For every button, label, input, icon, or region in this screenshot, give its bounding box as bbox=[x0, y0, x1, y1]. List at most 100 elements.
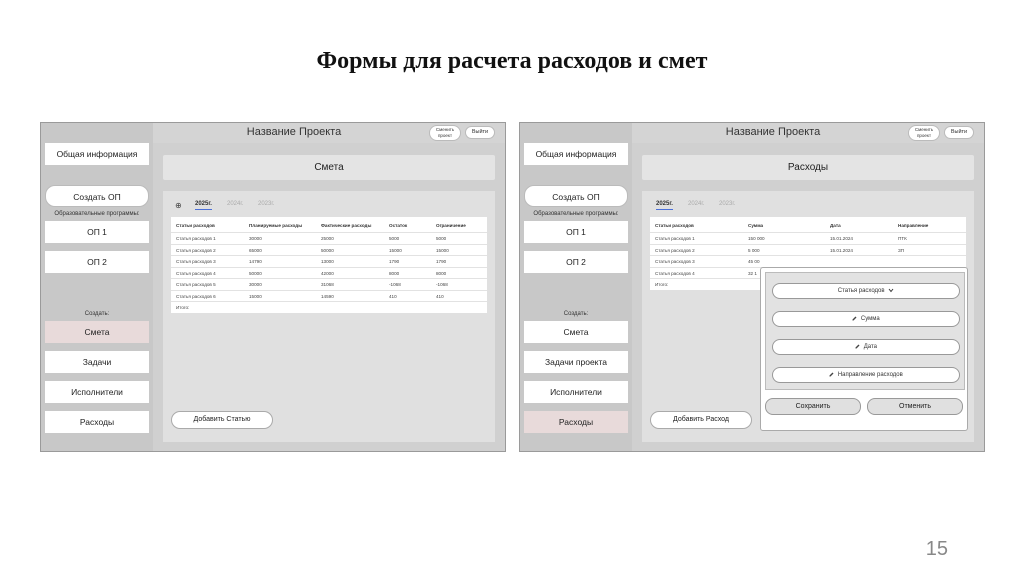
table-row[interactable]: Статья расходов 3 14790 13000 1790 1790 bbox=[171, 256, 487, 268]
table-cell: 15000 bbox=[389, 247, 402, 253]
sidebar-item-expenses[interactable]: Расходы bbox=[524, 411, 628, 433]
modal-form: Статья расходов Сумма Дата Направление р… bbox=[765, 272, 965, 390]
sidebar-item-project-tasks[interactable]: Задачи проекта bbox=[524, 351, 628, 373]
date-field[interactable]: Дата bbox=[772, 339, 960, 355]
sidebar-item-general-info[interactable]: Общая информация bbox=[524, 143, 628, 165]
sidebar-item-op1[interactable]: ОП 1 bbox=[45, 221, 149, 243]
table-row[interactable]: Статья расходов 6 15000 14590 410 410 bbox=[171, 291, 487, 302]
save-button[interactable]: Сохранить bbox=[765, 398, 861, 415]
table-cell: 15.01.2024 bbox=[830, 247, 853, 253]
table-row[interactable]: Статья расходов 1 30000 25000 5000 5000 bbox=[171, 233, 487, 245]
sidebar-item-tasks[interactable]: Задачи bbox=[45, 351, 149, 373]
table-cell: 5 000 bbox=[748, 247, 760, 253]
pencil-icon bbox=[855, 344, 860, 349]
table-cell: Статья расходов 2 bbox=[655, 247, 695, 253]
cancel-button[interactable]: Отменить bbox=[867, 398, 963, 415]
exit-button[interactable]: Выйти bbox=[465, 126, 495, 139]
content-area: ⊕ 2025г. 2024г. 2023г. Статьи расходов П… bbox=[163, 191, 495, 442]
column-header: Статьи расходов bbox=[655, 223, 694, 228]
tab-year-2024[interactable]: 2024г. bbox=[688, 201, 704, 207]
column-header: Фактические расходы bbox=[321, 223, 372, 228]
top-bar: Название Проекта Сменить проект Выйти bbox=[153, 123, 505, 143]
switch-project-button[interactable]: Сменить проект bbox=[908, 125, 940, 141]
table-cell: Статья расходов 4 bbox=[176, 270, 216, 276]
amount-field[interactable]: Сумма bbox=[772, 311, 960, 327]
table-cell: 13000 bbox=[321, 259, 334, 264]
table-cell: Статья расходов 1 bbox=[655, 236, 695, 241]
table-row[interactable]: Статья расходов 1 150 000 15.01.2024 ПТК bbox=[650, 233, 966, 245]
category-select[interactable]: Статья расходов bbox=[772, 283, 960, 299]
programs-label: Образовательные программы: bbox=[533, 211, 619, 217]
switch-project-button[interactable]: Сменить проект bbox=[429, 125, 461, 141]
table-cell: -1068 bbox=[389, 282, 401, 287]
estimate-mockup: Общая информация Создать ОП Образователь… bbox=[40, 122, 506, 452]
table-cell: 5000 bbox=[389, 236, 400, 241]
estimate-table: Статьи расходов Планируемые расходы Факт… bbox=[171, 217, 487, 313]
tab-year-2025[interactable]: 2025г. bbox=[195, 201, 212, 210]
table-header: Статьи расходов Планируемые расходы Факт… bbox=[171, 217, 487, 233]
sidebar: Общая информация Создать ОП Образователь… bbox=[41, 123, 153, 451]
create-label: Создать: bbox=[84, 311, 110, 317]
column-header: Остаток bbox=[389, 223, 408, 228]
table-cell: 45 00 bbox=[748, 259, 760, 264]
add-year-icon[interactable]: ⊕ bbox=[175, 201, 182, 210]
chevron-down-icon bbox=[888, 288, 894, 293]
direction-label: Направление расходов bbox=[837, 372, 903, 378]
table-cell: 42000 bbox=[321, 270, 334, 276]
sidebar-item-executors[interactable]: Исполнители bbox=[524, 381, 628, 403]
table-total: Итого: bbox=[176, 305, 190, 310]
page-number: 15 bbox=[925, 538, 948, 560]
table-cell: 5000 bbox=[436, 236, 447, 241]
pencil-icon bbox=[852, 316, 857, 321]
create-op-button[interactable]: Создать ОП bbox=[45, 185, 149, 207]
table-cell: 65000 bbox=[249, 247, 262, 253]
sidebar-item-op2[interactable]: ОП 2 bbox=[45, 251, 149, 273]
sidebar-item-op2[interactable]: ОП 2 bbox=[524, 251, 628, 273]
tab-year-2024[interactable]: 2024г. bbox=[227, 201, 243, 207]
sidebar-item-op1[interactable]: ОП 1 bbox=[524, 221, 628, 243]
table-cell: ЗП bbox=[898, 247, 905, 253]
date-label: Дата bbox=[863, 344, 877, 350]
column-header: Ограничение bbox=[436, 223, 466, 228]
table-cell: 14790 bbox=[249, 259, 262, 264]
direction-field[interactable]: Направление расходов bbox=[772, 367, 960, 383]
page-title: Смета bbox=[163, 155, 495, 180]
table-cell: Статья расходов 6 bbox=[176, 293, 216, 299]
category-label: Статья расходов bbox=[837, 288, 885, 294]
tab-year-2023[interactable]: 2023г. bbox=[258, 201, 274, 207]
table-row[interactable]: Статья расходов 5 30000 31068 -1068 -106… bbox=[171, 279, 487, 291]
table-cell: 50000 bbox=[321, 247, 334, 253]
sidebar-item-expenses[interactable]: Расходы bbox=[45, 411, 149, 433]
amount-label: Сумма bbox=[860, 316, 880, 322]
table-cell: Статья расходов 3 bbox=[655, 259, 695, 264]
pencil-icon bbox=[829, 372, 834, 377]
slide-title: Формы для расчета расходов и смет bbox=[316, 48, 708, 74]
table-cell: 31068 bbox=[321, 282, 334, 287]
table-cell: 15.01.2024 bbox=[830, 236, 853, 241]
table-cell: 410 bbox=[389, 293, 397, 299]
table-cell: ПТК bbox=[898, 236, 907, 241]
sidebar-item-executors[interactable]: Исполнители bbox=[45, 381, 149, 403]
table-cell: 1790 bbox=[389, 259, 400, 264]
sidebar-item-estimate[interactable]: Смета bbox=[524, 321, 628, 343]
table-row[interactable]: Статья расходов 3 45 00 bbox=[650, 256, 966, 268]
table-cell: 8000 bbox=[436, 270, 447, 276]
expenses-mockup: Общая информация Создать ОП Образователь… bbox=[519, 122, 985, 452]
exit-button[interactable]: Выйти bbox=[944, 126, 974, 139]
table-header: Статьи расходов Сумма Дата Направление bbox=[650, 217, 966, 233]
table-cell: -1068 bbox=[436, 282, 448, 287]
sidebar-item-general-info[interactable]: Общая информация bbox=[45, 143, 149, 165]
table-row[interactable]: Статья расходов 2 65000 50000 15000 1500… bbox=[171, 245, 487, 256]
add-item-button[interactable]: Добавить Статью bbox=[171, 411, 273, 429]
tab-year-2023[interactable]: 2023г. bbox=[719, 201, 735, 207]
table-cell: Статья расходов 4 bbox=[655, 270, 695, 276]
tab-year-2025[interactable]: 2025г. bbox=[656, 201, 673, 210]
sidebar-item-estimate[interactable]: Смета bbox=[45, 321, 149, 343]
table-cell: Статья расходов 3 bbox=[176, 259, 216, 264]
table-cell: 1790 bbox=[436, 259, 447, 264]
create-op-button[interactable]: Создать ОП bbox=[524, 185, 628, 207]
table-row[interactable]: Статья расходов 4 50000 42000 8000 8000 bbox=[171, 268, 487, 279]
table-cell: Статья расходов 2 bbox=[176, 247, 216, 253]
table-row[interactable]: Статья расходов 2 5 000 15.01.2024 ЗП bbox=[650, 245, 966, 256]
add-expense-button[interactable]: Добавить Расход bbox=[650, 411, 752, 429]
